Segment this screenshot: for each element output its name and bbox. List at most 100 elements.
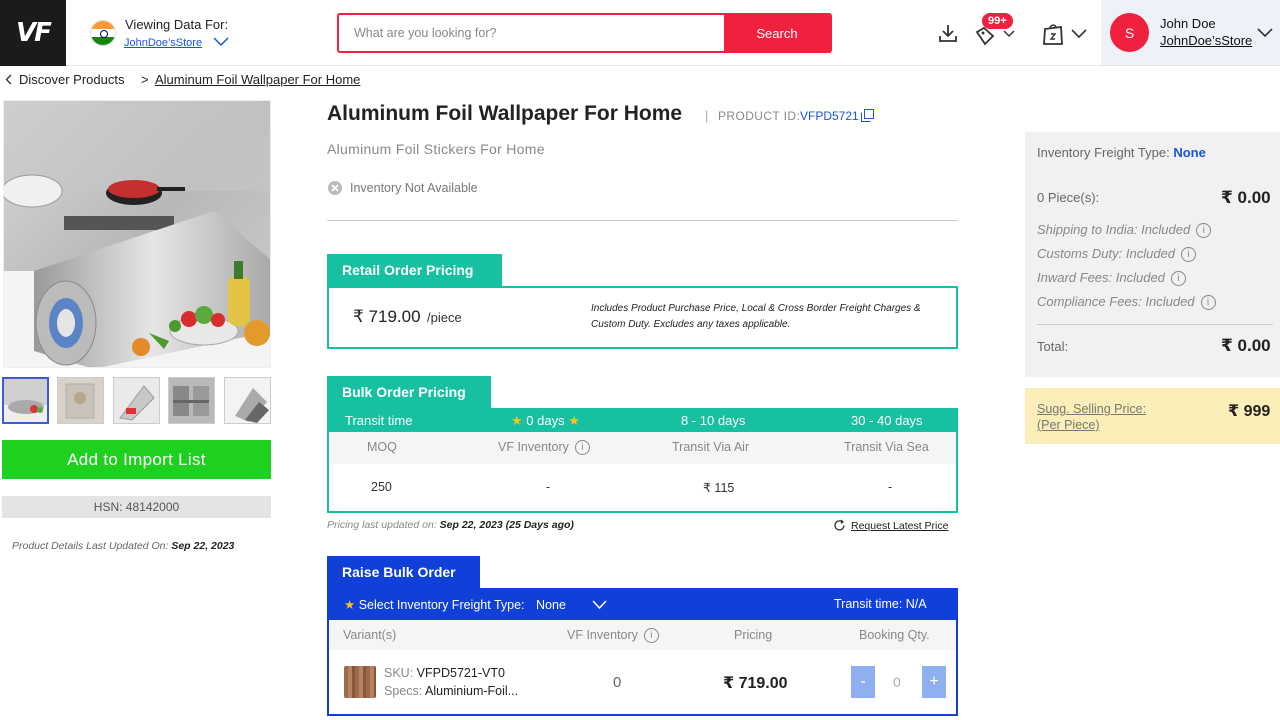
transit-sea-days: 30 - 40 days bbox=[851, 413, 923, 428]
freight-type-value[interactable]: None bbox=[536, 598, 566, 612]
search-button[interactable]: Search bbox=[724, 15, 830, 51]
back-chevron-icon[interactable] bbox=[5, 74, 12, 85]
retail-price: ₹ 719.00 bbox=[353, 307, 421, 326]
freight-type-label: Select Inventory Freight Type: bbox=[358, 598, 525, 612]
total-label: Total: bbox=[1037, 339, 1069, 354]
pieces-amount: ₹ 0.00 bbox=[1221, 188, 1271, 207]
product-subtitle: Aluminum Foil Stickers For Home bbox=[327, 141, 545, 157]
sku-label: SKU: bbox=[384, 666, 414, 680]
copy-icon[interactable] bbox=[861, 109, 874, 122]
qty-decrement-button[interactable]: - bbox=[851, 666, 875, 698]
vf-inventory-label: VF Inventory bbox=[498, 440, 569, 454]
hsn-code: HSN: 48142000 bbox=[2, 496, 271, 518]
product-id-value: VFPD5721 bbox=[800, 109, 859, 123]
variant-sku: SKU: VFPD5721-VT0 bbox=[384, 666, 505, 680]
india-flag-icon bbox=[90, 20, 116, 46]
moq-value: 250 bbox=[371, 480, 392, 494]
raise-bulk-order-tab: Raise Bulk Order bbox=[327, 556, 480, 588]
vf-logo[interactable]: VF bbox=[0, 0, 66, 66]
info-icon[interactable]: i bbox=[1170, 271, 1186, 286]
variant-specs: Specs: Aluminium-Foil... bbox=[384, 684, 518, 698]
updated-date: Sep 22, 2023 bbox=[171, 540, 235, 552]
chevron-down-icon[interactable] bbox=[1071, 29, 1087, 39]
transit-time-label: Transit time bbox=[345, 413, 413, 428]
refresh-icon[interactable] bbox=[833, 519, 846, 532]
add-to-import-list-button[interactable]: Add to Import List bbox=[2, 440, 271, 479]
divider bbox=[1037, 324, 1273, 325]
star-icon: ★ bbox=[511, 413, 523, 428]
variant-inventory: 0 bbox=[613, 674, 622, 691]
search-bar: Search bbox=[337, 13, 832, 53]
inward-fee-label: Inward Fees: Included bbox=[1037, 270, 1165, 285]
retail-price-note: Includes Product Purchase Price, Local &… bbox=[591, 303, 921, 330]
transit-0-days-label: 0 days bbox=[526, 413, 565, 428]
download-icon[interactable] bbox=[937, 22, 959, 44]
transit-0-days: ★ 0 days ★ bbox=[511, 413, 580, 429]
product-id-label: PRODUCT ID: bbox=[718, 109, 801, 123]
avatar: S bbox=[1110, 13, 1149, 52]
specs-label: Specs: bbox=[384, 684, 423, 698]
shopify-bag-icon[interactable] bbox=[1042, 22, 1064, 46]
pricing-updated: Pricing last updated on: Sep 22, 2023 (2… bbox=[327, 519, 574, 531]
store-selector-link[interactable]: JohnDoe’sStore bbox=[124, 37, 202, 49]
inward-fee: Inward Fees: Included i bbox=[1037, 270, 1186, 286]
pieces-label: 0 Piece(s): bbox=[1037, 190, 1100, 205]
variant-price: ₹ 719.00 bbox=[723, 675, 788, 692]
wishlist-icon[interactable] bbox=[974, 26, 996, 46]
retail-price-unit: /piece bbox=[427, 310, 462, 325]
summary-freight-value: None bbox=[1173, 145, 1206, 160]
breadcrumb-separator: > bbox=[141, 72, 149, 87]
transit-sea-header: Transit Via Sea bbox=[844, 440, 929, 454]
search-input[interactable] bbox=[339, 15, 724, 51]
product-thumbnail[interactable] bbox=[2, 377, 49, 424]
chevron-down-icon[interactable] bbox=[1257, 28, 1273, 38]
product-thumbnail[interactable] bbox=[57, 377, 104, 424]
variants-header: Variant(s) bbox=[343, 628, 397, 642]
info-icon[interactable]: i bbox=[643, 628, 659, 643]
moq-header: MOQ bbox=[367, 440, 397, 454]
logo-text: VF bbox=[16, 18, 52, 48]
qty-increment-button[interactable]: + bbox=[922, 666, 946, 698]
chevron-down-icon[interactable] bbox=[592, 600, 607, 609]
freight-type-selector[interactable]: ★ Select Inventory Freight Type: None bbox=[344, 597, 566, 612]
product-thumbnail[interactable] bbox=[224, 377, 271, 424]
customs-fee: Customs Duty: Included i bbox=[1037, 246, 1197, 262]
transit-sea-price: - bbox=[888, 480, 893, 494]
user-store-link[interactable]: JohnDoe’sStore bbox=[1160, 33, 1252, 48]
product-title: Aluminum Foil Wallpaper For Home bbox=[327, 102, 683, 125]
booking-qty-header: Booking Qty. bbox=[859, 628, 930, 642]
suggested-price-label-line1: Sugg. Selling Price: bbox=[1037, 402, 1147, 416]
pricing-header: Pricing bbox=[734, 628, 773, 642]
product-thumbnail[interactable] bbox=[168, 377, 215, 424]
qty-input[interactable]: 0 bbox=[893, 674, 901, 690]
suggested-price-label[interactable]: Sugg. Selling Price: (Per Piece) bbox=[1037, 401, 1146, 433]
product-main-image[interactable] bbox=[3, 100, 271, 368]
vf-inventory-label: VF Inventory bbox=[567, 628, 638, 642]
compliance-fee: Compliance Fees: Included i bbox=[1037, 294, 1216, 310]
user-name: John Doe bbox=[1160, 16, 1216, 31]
request-latest-price-link[interactable]: Request Latest Price bbox=[851, 520, 948, 532]
viewing-data-label: Viewing Data For: bbox=[125, 17, 229, 32]
info-icon[interactable]: i bbox=[1196, 223, 1212, 238]
vf-inventory-header: VF Inventory i bbox=[567, 628, 659, 643]
breadcrumb-parent[interactable]: Discover Products bbox=[19, 72, 124, 87]
transit-air-header: Transit Via Air bbox=[672, 440, 750, 454]
user-menu[interactable]: S John Doe JohnDoe’sStore bbox=[1101, 0, 1280, 65]
info-icon[interactable]: i bbox=[1181, 247, 1197, 262]
suggested-price-value: ₹ 999 bbox=[1228, 403, 1271, 420]
chevron-down-icon[interactable] bbox=[1003, 30, 1015, 38]
product-details-updated: Product Details Last Updated On: Sep 22,… bbox=[12, 540, 234, 552]
shipping-fee: Shipping to India: Included i bbox=[1037, 222, 1212, 238]
inventory-status: Inventory Not Available bbox=[350, 181, 478, 195]
unavailable-icon bbox=[328, 181, 342, 195]
updated-label: Product Details Last Updated On: bbox=[12, 540, 169, 552]
breadcrumb-current[interactable]: Aluminum Foil Wallpaper For Home bbox=[155, 72, 360, 87]
chevron-down-icon[interactable] bbox=[213, 37, 229, 47]
variant-thumbnail bbox=[344, 666, 376, 698]
pricing-updated-label: Pricing last updated on: bbox=[327, 519, 437, 531]
top-header: VF Viewing Data For: JohnDoe’sStore Sear… bbox=[0, 0, 1280, 66]
transit-air-price: ₹ 115 bbox=[703, 481, 735, 495]
info-icon[interactable]: i bbox=[574, 440, 590, 455]
product-thumbnail[interactable] bbox=[113, 377, 160, 424]
info-icon[interactable]: i bbox=[1200, 295, 1216, 310]
